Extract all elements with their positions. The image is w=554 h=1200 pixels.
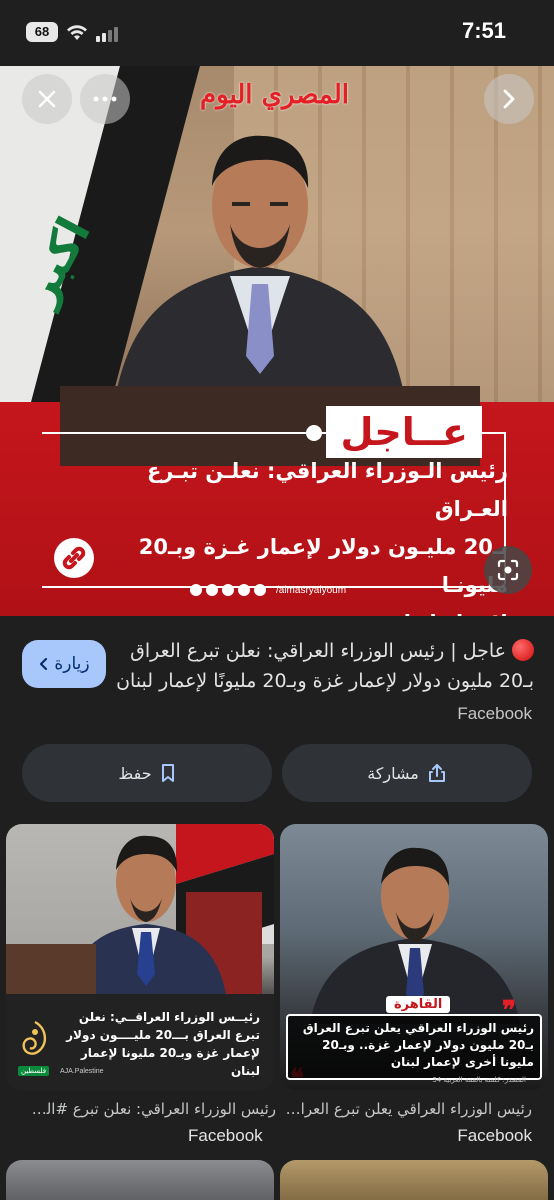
tile-badge: القاهرة: [386, 996, 451, 1013]
related-result-card[interactable]: [280, 1160, 548, 1200]
social-links: /almasryalyoum: [190, 584, 346, 596]
speaker-photo: [6, 824, 274, 994]
x-icon: [206, 584, 218, 596]
battery-icon: 68: [26, 22, 58, 42]
facebook-icon: [190, 584, 202, 596]
lens-button[interactable]: [484, 546, 532, 594]
tile-overlay-text: رئيس الوزراء العراقي يعلن تبرع العراق بـ…: [302, 1021, 534, 1069]
lens-icon: [497, 559, 519, 581]
visit-button[interactable]: زيارة: [22, 640, 106, 688]
next-button[interactable]: [484, 74, 534, 124]
tile-tag: فلسطين: [18, 1066, 50, 1076]
instagram-icon: [238, 584, 250, 596]
red-circle-icon: [512, 639, 534, 661]
status-bar: 68 7:51: [0, 0, 554, 66]
tile-handle: AJA.Palestine: [60, 1068, 104, 1075]
save-label: حفظ: [118, 763, 152, 783]
tiktok-icon: [254, 584, 266, 596]
result-title[interactable]: عاجل | رئيس الوزراء العراقي: نعلن تبرع ا…: [114, 636, 534, 696]
result-source: Facebook: [457, 704, 532, 723]
save-button[interactable]: حفظ: [22, 744, 272, 802]
badge-dot: [306, 425, 322, 441]
tile-credit: المصدر: كلمته بالقمة العربية 34: [432, 1076, 526, 1084]
close-icon: [38, 90, 56, 108]
chevron-right-icon: [503, 89, 515, 109]
related-source: Facebook: [188, 1126, 263, 1145]
related-source: Facebook: [457, 1126, 532, 1145]
hero-headline-line: لإعمار لبنان: [68, 604, 508, 616]
aljazeera-logo-icon: [22, 1020, 47, 1055]
wifi-icon: [67, 25, 87, 40]
social-handle: /almasryalyoum: [276, 584, 347, 596]
share-label: مشاركة: [367, 763, 419, 783]
bookmark-icon: [161, 764, 174, 782]
result-title-text: عاجل | رئيس الوزراء العراقي: نعلن تبرع ا…: [116, 640, 534, 692]
related-result-card[interactable]: [6, 1160, 274, 1200]
breaking-badge: عــاجل: [326, 406, 482, 458]
signal-icon: [96, 24, 120, 42]
close-button[interactable]: [22, 74, 72, 124]
visit-label: زيارة: [54, 654, 90, 674]
hero-headline-line: رئيس الـوزراء العراقي: نعلـن تبـرع العـر…: [146, 459, 508, 521]
link-icon: [54, 538, 94, 578]
share-icon: [428, 764, 445, 782]
more-icon: [93, 96, 117, 102]
related-caption[interactable]: رئيس الوزراء العراقي يعلن تبرع العراق بـ…: [282, 1100, 532, 1118]
clock: 7:51: [461, 18, 506, 43]
related-caption[interactable]: رئيس الوزراء العراقي: نعلن تبرع #العراق …: [26, 1100, 276, 1118]
youtube-icon: [222, 584, 234, 596]
share-button[interactable]: مشاركة: [282, 744, 532, 802]
brand-logo: المصري اليوم: [200, 80, 349, 110]
chevron-left-icon: [40, 657, 48, 671]
related-result-card[interactable]: رئيــس الوزراء العراقــي: نعلن تبرع العر…: [6, 824, 274, 1090]
related-result-card[interactable]: القاهرة ❞ ❝ رئيس الوزراء العراقي يعلن تب…: [280, 824, 548, 1090]
hero-image[interactable]: اكبر المصري اليوم عــاجل رئيس الـوزراء ا…: [0, 66, 554, 616]
more-button[interactable]: [80, 74, 130, 124]
